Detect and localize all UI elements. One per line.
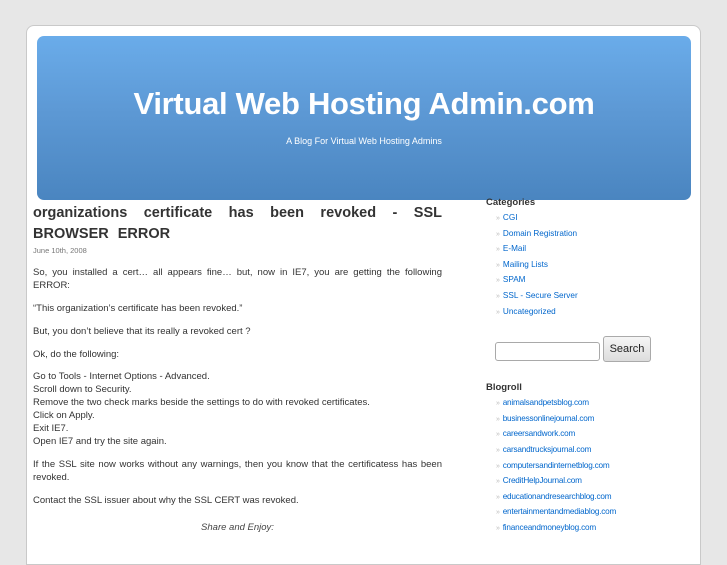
blogroll-link[interactable]: careersandwork.com (503, 429, 576, 438)
step-line: Remove the two check marks beside the se… (33, 396, 370, 408)
bullet-icon: » (496, 246, 500, 254)
blog-description: A Blog For Virtual Web Hosting Admins (286, 136, 442, 146)
blog-title[interactable]: Virtual Web Hosting Admin.com (37, 86, 691, 122)
post-steps: Go to Tools - Internet Options - Advance… (33, 371, 442, 448)
category-link[interactable]: Domain Registration (503, 229, 577, 238)
blogroll-item[interactable]: » CreditHelpJournal.com (496, 474, 656, 490)
post-paragraph-result: If the SSL site now works without any wa… (33, 459, 442, 484)
step-line: Exit IE7. (33, 422, 69, 434)
bullet-icon: » (496, 277, 500, 285)
category-link[interactable]: CGI (503, 213, 518, 222)
blogroll-title: Blogroll (486, 382, 522, 394)
main-content: organizations certificate has been revok… (33, 203, 442, 534)
post-title[interactable]: organizations certificate has been revok… (33, 203, 442, 245)
post-paragraph-contact: Contact the SSL issuer about why the SSL… (33, 495, 299, 507)
bullet-icon: » (496, 478, 500, 486)
bullet-icon: » (496, 493, 500, 501)
bullet-icon: » (496, 431, 500, 439)
bullet-icon: » (496, 261, 500, 269)
blogroll-item[interactable]: » entertainmentandmediablog.com (496, 505, 656, 521)
category-link[interactable]: Uncategorized (503, 307, 556, 316)
blogroll-item[interactable]: » computersandinternetblog.com (496, 459, 656, 475)
step-line: Click on Apply. (33, 409, 95, 421)
blogroll-item[interactable]: » careersandwork.com (496, 427, 656, 443)
category-link[interactable]: E-Mail (503, 244, 526, 253)
category-item[interactable]: » CGI (496, 211, 656, 227)
bullet-icon: » (496, 230, 500, 238)
blogroll-link[interactable]: businessonlinejournal.com (503, 414, 595, 423)
bullet-icon: » (496, 446, 500, 454)
blogroll-list: » animalsandpetsblog.com » businessonlinej… (486, 396, 656, 536)
category-item[interactable]: » E-Mail (496, 242, 656, 258)
bullet-icon: » (496, 215, 500, 222)
bullet-icon: » (496, 400, 500, 408)
blogroll-item[interactable]: » financeandmoneyblog.com (496, 521, 656, 537)
post-entry: So, you installed a cert… all appears fi… (33, 266, 442, 534)
blogroll-link[interactable]: entertainmentandmediablog.com (503, 507, 617, 516)
search-button[interactable]: Search (603, 336, 651, 363)
category-item[interactable]: » SPAM (496, 273, 656, 289)
search-form: Search (495, 336, 656, 364)
categories-list: » CGI » Domain Registration » E-Mail » Maili… (486, 211, 656, 320)
search-input[interactable] (495, 342, 600, 362)
category-item[interactable]: » Domain Registration (496, 227, 656, 243)
blogroll-item[interactable]: » educationandresearchblog.com (496, 490, 656, 506)
site-header: Virtual Web Hosting Admin.com A Blog For… (37, 36, 691, 200)
blogroll-link[interactable]: animalsandpetsblog.com (503, 398, 589, 407)
step-line: Scroll down to Security. (33, 383, 132, 395)
blogroll-link[interactable]: computersandinternetblog.com (503, 461, 610, 470)
categories-title: Categories (486, 197, 536, 208)
bullet-icon: » (496, 292, 500, 300)
bullet-icon: » (496, 415, 500, 423)
post-paragraph-lead: Ok, do the following: (33, 349, 120, 360)
blogroll-link[interactable]: carsandtrucksjournal.com (503, 445, 592, 454)
sidebar: Categories » CGI » Domain Registration » E-… (486, 197, 656, 537)
blogroll-link[interactable]: CreditHelpJournal.com (503, 476, 582, 485)
bullet-icon: » (496, 308, 500, 316)
blogroll-link[interactable]: educationandresearchblog.com (503, 492, 612, 501)
categories-widget: Categories » CGI » Domain Registration » E-… (486, 197, 656, 320)
blogroll-link[interactable]: financeandmoneyblog.com (503, 523, 596, 532)
blogroll-widget: Blogroll » animalsandpetsblog.com » busine… (486, 382, 656, 536)
blogroll-item[interactable]: » animalsandpetsblog.com (496, 396, 656, 412)
share-and-enjoy-label: Share and Enjoy: (201, 522, 274, 534)
post-paragraph-doubt: But, you don’t believe that its really a… (33, 326, 251, 337)
blogroll-item[interactable]: » carsandtrucksjournal.com (496, 443, 656, 459)
category-link[interactable]: SPAM (503, 275, 526, 284)
category-item[interactable]: » Uncategorized (496, 305, 656, 321)
bullet-icon: » (496, 509, 500, 517)
post-date: June 10th, 2008 (33, 246, 87, 255)
post-paragraph-intro: So, you installed a cert… all appears fi… (33, 267, 442, 291)
blogroll-item[interactable]: » businessonlinejournal.com (496, 412, 656, 428)
step-line: Open IE7 and try the site again. (33, 435, 167, 447)
bullet-icon: » (496, 524, 500, 532)
step-line: Go to Tools - Internet Options - Advance… (33, 371, 210, 382)
category-link[interactable]: Mailing Lists (503, 260, 548, 269)
category-item[interactable]: » SSL - Secure Server (496, 289, 656, 305)
category-item[interactable]: » Mailing Lists (496, 258, 656, 274)
post-paragraph-quote: “This organization’s certificate has bee… (33, 303, 243, 314)
bullet-icon: » (496, 462, 500, 470)
category-link[interactable]: SSL - Secure Server (503, 291, 578, 300)
